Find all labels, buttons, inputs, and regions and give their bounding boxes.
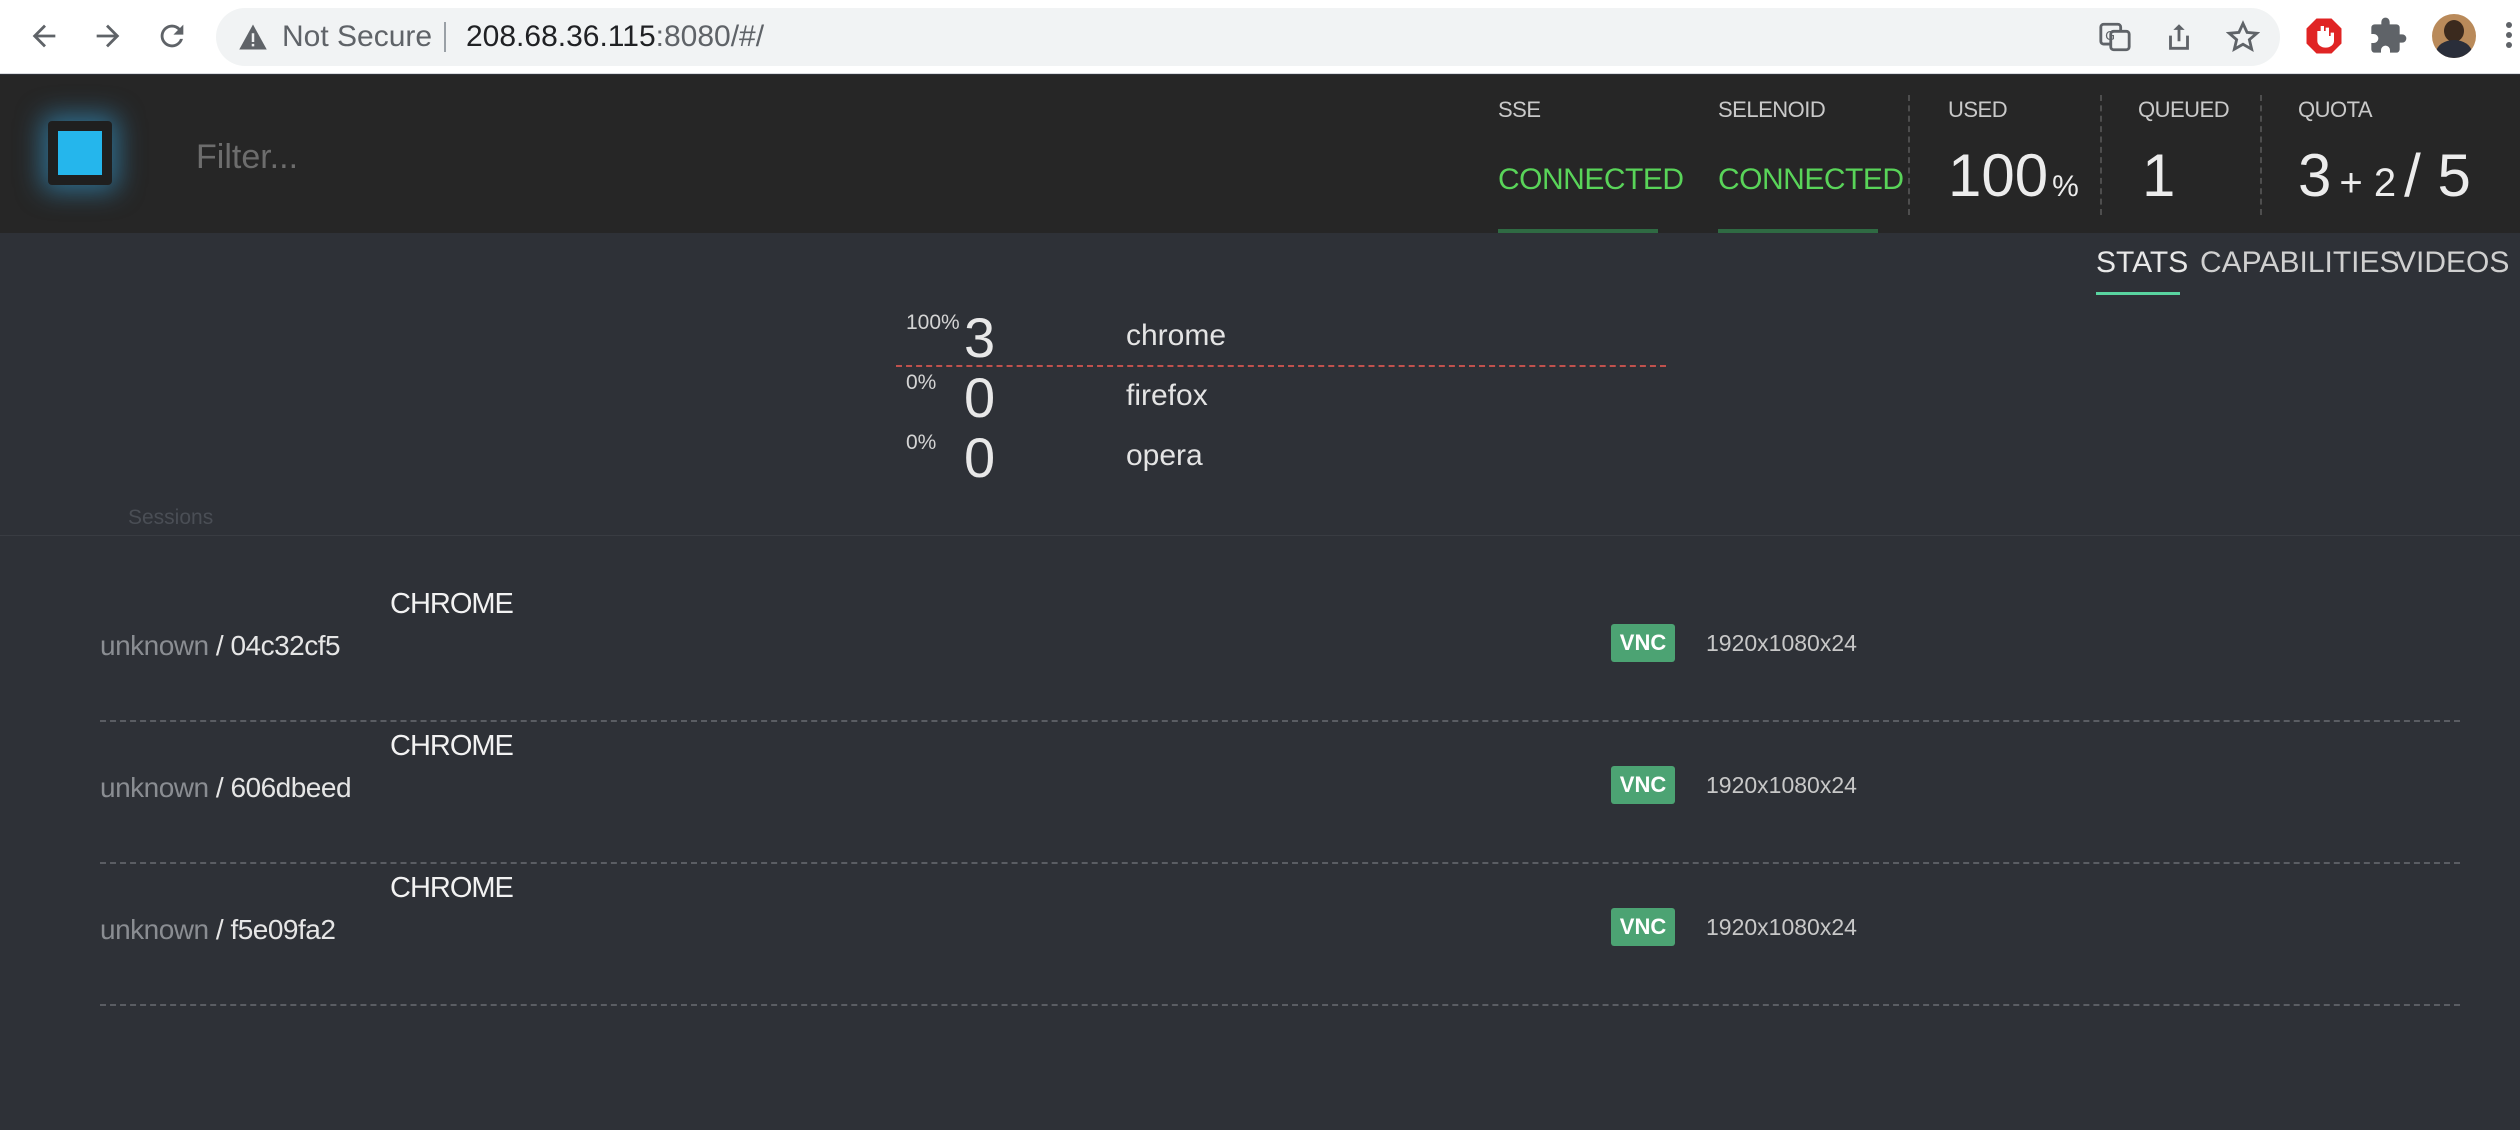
- quota-used: 3: [2298, 142, 2332, 209]
- session-hash: f5e09fa2: [230, 914, 336, 945]
- avatar-head: [2444, 20, 2464, 42]
- session-id[interactable]: unknown / f5e09fa2: [100, 914, 336, 946]
- browser-count: 3: [964, 306, 996, 369]
- session-owner: unknown: [100, 914, 209, 945]
- bookmark-star-icon[interactable]: [2226, 20, 2260, 54]
- session-hash: 606dbeed: [230, 772, 352, 803]
- filter-input[interactable]: [196, 129, 796, 185]
- tab-active-indicator: [2096, 292, 2180, 295]
- quota-slash: /: [2404, 142, 2421, 209]
- used-value: 100%: [1948, 141, 2079, 210]
- browser-percent: 0%: [906, 431, 937, 454]
- session-row[interactable]: unknown / f5e09fa2 CHROME VNC 1920x1080x…: [100, 864, 2460, 1006]
- session-separator: /: [208, 914, 231, 945]
- used-unit: %: [2052, 170, 2079, 203]
- browser-percent: 100%: [906, 311, 960, 334]
- url-text[interactable]: 208.68.36.115:8080/#/: [466, 20, 764, 54]
- browser-stat-row: 0% 0 opera: [896, 426, 1666, 489]
- used-number: 100: [1948, 142, 2049, 209]
- back-button[interactable]: [22, 14, 66, 58]
- selenoid-status-underline: [1718, 229, 1878, 233]
- selenoid-status: CONNECTED: [1718, 163, 1904, 196]
- session-row[interactable]: unknown / 04c32cf5 CHROME VNC 1920x1080x…: [100, 580, 2460, 722]
- tab-capabilities[interactable]: CAPABILITIES: [2200, 246, 2400, 280]
- app-header: SSE CONNECTED SELENOID CONNECTED USED 10…: [0, 75, 2520, 233]
- avatar-body: [2436, 40, 2472, 58]
- selenoid-logo[interactable]: [48, 121, 112, 185]
- browser-count: 0: [964, 426, 996, 489]
- section-divider: [0, 535, 2520, 536]
- arrow-left-icon: [32, 24, 56, 48]
- quota-queued: + 2: [2339, 161, 2397, 205]
- sse-status-underline: [1498, 229, 1658, 233]
- session-hash: 04c32cf5: [230, 630, 341, 661]
- url-path: :8080/#/: [655, 20, 765, 53]
- browser-name: chrome: [1126, 319, 1227, 352]
- header-divider: [1908, 95, 1910, 215]
- browser-toolbar: Not Secure 208.68.36.115:8080/#/ G: [0, 0, 2520, 74]
- svg-text:G: G: [2105, 29, 2115, 44]
- browser-stat-row: 100% 3 chrome: [896, 306, 1666, 369]
- browser-count: 0: [964, 366, 996, 429]
- sse-label: SSE: [1498, 97, 1541, 122]
- session-id[interactable]: unknown / 04c32cf5: [100, 630, 341, 662]
- sse-status: CONNECTED: [1498, 163, 1684, 196]
- session-resolution: 1920x1080x24: [1706, 630, 1857, 656]
- reload-icon: [160, 24, 184, 48]
- tab-stats[interactable]: STATS: [2096, 246, 2188, 280]
- address-bar[interactable]: Not Secure 208.68.36.115:8080/#/ G: [216, 8, 2280, 66]
- session-separator: /: [208, 630, 231, 661]
- browser-stat-row: 0% 0 firefox: [896, 366, 1666, 429]
- session-browser: CHROME: [390, 872, 514, 904]
- url-host: 208.68.36.115: [466, 20, 656, 53]
- session-browser: CHROME: [390, 588, 514, 620]
- queued-value: 1: [2142, 142, 2176, 209]
- vnc-badge[interactable]: VNC: [1611, 624, 1675, 662]
- session-resolution: 1920x1080x24: [1706, 914, 1857, 940]
- tab-videos[interactable]: VIDEOS: [2396, 246, 2509, 280]
- session-resolution: 1920x1080x24: [1706, 772, 1857, 798]
- reload-button[interactable]: [150, 14, 194, 58]
- share-icon[interactable]: [2162, 20, 2196, 54]
- sessions-section-title: Sessions: [128, 506, 214, 529]
- selenoid-label: SELENOID: [1718, 97, 1826, 122]
- header-divider: [2260, 95, 2262, 215]
- logo-square-icon: [58, 131, 102, 175]
- browser-percent: 0%: [906, 371, 937, 394]
- browser-name: opera: [1126, 439, 1203, 472]
- session-row[interactable]: unknown / 606dbeed CHROME VNC 1920x1080x…: [100, 722, 2460, 864]
- quota-label: QUOTA: [2298, 97, 2373, 122]
- vnc-badge[interactable]: VNC: [1611, 908, 1675, 946]
- browser-name: firefox: [1126, 379, 1208, 412]
- queued-label: QUEUED: [2138, 97, 2230, 122]
- session-id[interactable]: unknown / 606dbeed: [100, 772, 352, 804]
- omnibox-divider: [444, 22, 446, 52]
- session-divider: [100, 1004, 2460, 1006]
- session-browser: CHROME: [390, 730, 514, 762]
- adblock-extension-icon[interactable]: [2304, 16, 2344, 56]
- used-label: USED: [1948, 97, 2008, 122]
- header-divider: [2100, 95, 2102, 215]
- browser-menu-icon[interactable]: [2506, 22, 2512, 52]
- session-owner: unknown: [100, 630, 209, 661]
- profile-avatar[interactable]: [2432, 14, 2476, 58]
- arrow-right-icon: [96, 24, 120, 48]
- security-label[interactable]: Not Secure: [282, 20, 432, 54]
- quota-value: 3 + 2/ 5: [2298, 141, 2471, 210]
- quota-total: 5: [2437, 142, 2471, 209]
- warning-icon: [239, 24, 267, 50]
- session-separator: /: [208, 772, 231, 803]
- forward-button[interactable]: [86, 14, 130, 58]
- vnc-badge[interactable]: VNC: [1611, 766, 1675, 804]
- session-owner: unknown: [100, 772, 209, 803]
- extensions-puzzle-icon[interactable]: [2368, 16, 2408, 56]
- translate-icon[interactable]: G: [2098, 20, 2132, 54]
